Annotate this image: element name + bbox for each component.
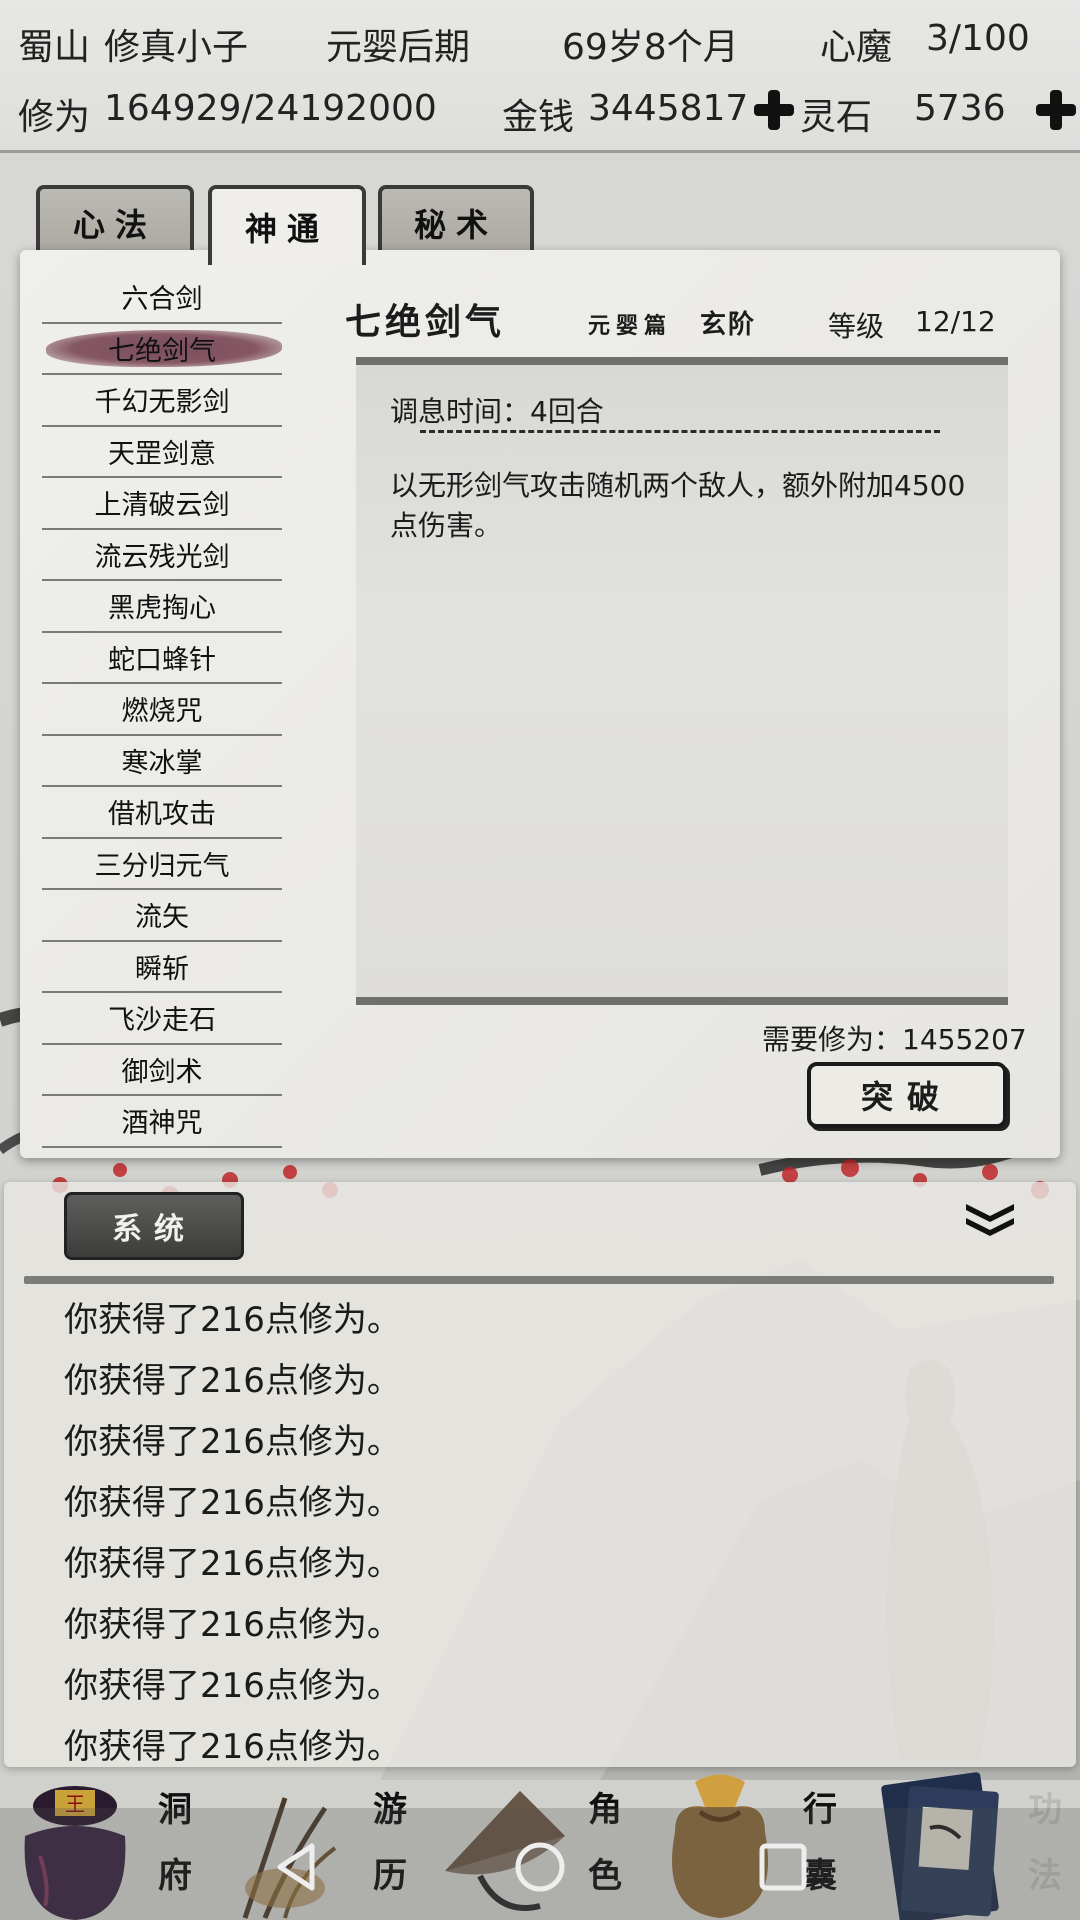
cultivation-label: 修为 [18,97,91,138]
skill-item[interactable]: 御剑术 [42,1045,282,1096]
description-divider [420,430,940,433]
skill-item[interactable]: 上清破云剑 [42,478,282,530]
heart-demon-label: 心魔 [820,27,893,68]
back-icon[interactable] [270,1840,324,1894]
double-chevron-down-icon[interactable] [962,1200,1018,1240]
money-label: 金钱 [502,97,575,138]
skill-description: 以无形剑气攻击随机两个敌人，额外附加4500点伤害。 [390,469,966,542]
skill-list: 六合剑 七绝剑气 千幻无影剑 天罡剑意 上清破云剑 流云残光剑 黑虎掏心 蛇口蜂… [42,272,282,1148]
cultivation-value: 164929/24192000 [104,88,437,129]
skill-item[interactable]: 天罡剑意 [42,427,282,478]
skill-item-selected[interactable]: 七绝剑气 [42,324,282,375]
breakthrough-button[interactable]: 突破 [807,1062,1007,1128]
log-line: 你获得了216点修为。 [64,1361,401,1401]
skill-item[interactable]: 借机攻击 [42,787,282,839]
system-log-tab[interactable]: 系统 [64,1192,244,1260]
log-line: 你获得了216点修为。 [64,1605,401,1645]
player-age: 69岁8个月 [562,27,739,68]
skill-chapter: 元婴篇 [588,313,673,339]
skill-item[interactable]: 寒冰掌 [42,736,282,787]
recents-icon[interactable] [756,1840,810,1894]
sect-name: 蜀山 [18,27,91,68]
spirit-stone-value: 5736 [914,88,1006,129]
skill-item[interactable]: 六合剑 [42,272,282,324]
skill-description-box [356,357,1008,1005]
skill-item[interactable]: 黑虎掏心 [42,581,282,633]
level-value: 12/12 [915,305,996,338]
log-line: 你获得了216点修为。 [64,1422,401,1462]
log-line: 你获得了216点修为。 [64,1300,401,1340]
skill-item[interactable]: 飞沙走石 [42,993,282,1045]
cooldown-text: 调息时间：4回合 [390,395,604,428]
home-icon[interactable] [513,1840,567,1894]
skill-tier: 玄阶 [700,310,757,340]
spirit-stone-label: 灵石 [800,97,873,138]
player-name: 修真小子 [104,27,249,68]
log-line: 你获得了216点修为。 [64,1727,401,1767]
skill-item[interactable]: 三分归元气 [42,839,282,890]
log-divider [24,1276,1054,1284]
log-line: 你获得了216点修为。 [64,1666,401,1706]
skill-item[interactable]: 流云残光剑 [42,530,282,581]
add-money-icon[interactable] [754,90,794,130]
tab-divine-ability[interactable]: 神通 [208,185,366,265]
level-label: 等级 [828,310,885,343]
tab-secret-art[interactable]: 秘术 [378,185,534,257]
required-cultivation: 需要修为：1455207 [762,1023,1027,1056]
tab-mind-method[interactable]: 心法 [36,185,194,257]
skill-item[interactable]: 流矢 [42,890,282,942]
skill-item[interactable]: 蛇口蜂针 [42,633,282,684]
add-spirit-stone-icon[interactable] [1036,90,1076,130]
skill-title: 七绝剑气 [345,301,506,343]
log-line: 你获得了216点修为。 [64,1544,401,1584]
realm-level: 元婴后期 [326,27,471,68]
log-line: 你获得了216点修为。 [64,1483,401,1523]
skill-item[interactable]: 酒神咒 [42,1096,282,1148]
heart-demon-value: 3/100 [926,18,1030,59]
status-header: 蜀山 修真小子 元婴后期 69岁8个月 心魔 3/100 修为 164929/2… [0,0,1080,153]
skill-item[interactable]: 燃烧咒 [42,684,282,736]
skill-item[interactable]: 千幻无影剑 [42,375,282,427]
money-value: 3445817 [588,88,749,129]
skill-item[interactable]: 瞬斩 [42,942,282,993]
